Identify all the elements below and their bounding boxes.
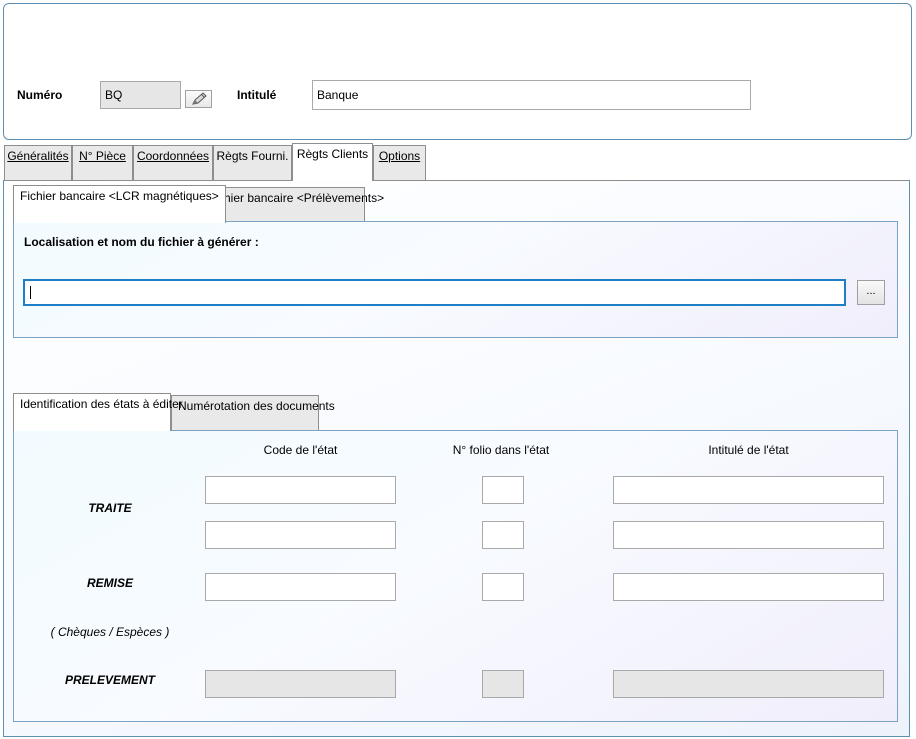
subtab-identification-etats[interactable]: Identification des états à éditer [13, 393, 183, 431]
remise-code-input[interactable] [205, 573, 396, 601]
text-caret [30, 286, 31, 299]
column-header-code: Code de l'état [263, 443, 338, 457]
tab-label: Règts Fourni. [216, 149, 289, 163]
subtab-label: Fichier bancaire <LCR magnétiques> [20, 189, 219, 203]
subtab-label: Fichier bancaire <Prélèvements> [208, 191, 385, 205]
prelevement-intitule-input [613, 670, 884, 698]
tab-label: Généralités [7, 149, 69, 163]
tab-n-piece[interactable]: N° Pièce [72, 145, 133, 180]
remise-folio-input[interactable] [482, 573, 524, 601]
tab-label: Règts Clients [296, 147, 369, 161]
subtab-label: Identification des états à éditer [20, 397, 183, 411]
file-path-input[interactable] [23, 279, 846, 306]
tab-regts-clients[interactable]: Règts Clients [292, 143, 373, 181]
prelevement-folio-input [482, 670, 524, 698]
row-label-remise: REMISE [86, 576, 133, 590]
remise-intitule-input[interactable] [613, 573, 884, 601]
prelevement-code-input [205, 670, 396, 698]
tab-coordonnees[interactable]: Coordonnées [133, 145, 213, 180]
tab-generalites[interactable]: Généralités [4, 145, 72, 180]
numero-field[interactable]: BQ [100, 81, 181, 109]
tab-label: Options [378, 149, 421, 163]
numero-label: Numéro [17, 88, 63, 102]
tab-options[interactable]: Options [373, 145, 426, 180]
browse-button[interactable]: ... [857, 280, 885, 305]
tab-label: N° Pièce [79, 149, 126, 163]
traite-intitule-input-1[interactable] [613, 476, 884, 504]
row-label-prelevement: PRELEVEMENT [64, 673, 155, 687]
traite-code-input-2[interactable] [205, 521, 396, 549]
traite-folio-input-2[interactable] [482, 521, 524, 549]
traite-code-input-1[interactable] [205, 476, 396, 504]
traite-folio-input-1[interactable] [482, 476, 524, 504]
tab-label: Coordonnées [136, 149, 210, 163]
subtab-numerotation-documents[interactable]: Numérotation des documents [171, 395, 335, 431]
header-panel [3, 3, 912, 140]
edit-numero-button[interactable] [185, 90, 212, 108]
row-label-traite: TRAITE [88, 501, 132, 515]
file-location-label: Localisation et nom du fichier à générer… [24, 235, 259, 249]
subtab-lcr-magnetiques[interactable]: Fichier bancaire <LCR magnétiques> [13, 185, 226, 223]
pencil-icon [192, 92, 207, 105]
intitule-label: Intitulé [237, 88, 277, 102]
traite-intitule-input-2[interactable] [613, 521, 884, 549]
subtab-label: Numérotation des documents [178, 399, 335, 413]
remise-note: ( Chèques / Espèces ) [50, 625, 170, 639]
intitule-field[interactable]: Banque [312, 80, 751, 110]
column-header-folio: N° folio dans l'état [452, 443, 550, 457]
column-header-intitule: Intitulé de l'état [708, 443, 789, 457]
tab-regts-fourni[interactable]: Règts Fourni. [213, 145, 292, 180]
